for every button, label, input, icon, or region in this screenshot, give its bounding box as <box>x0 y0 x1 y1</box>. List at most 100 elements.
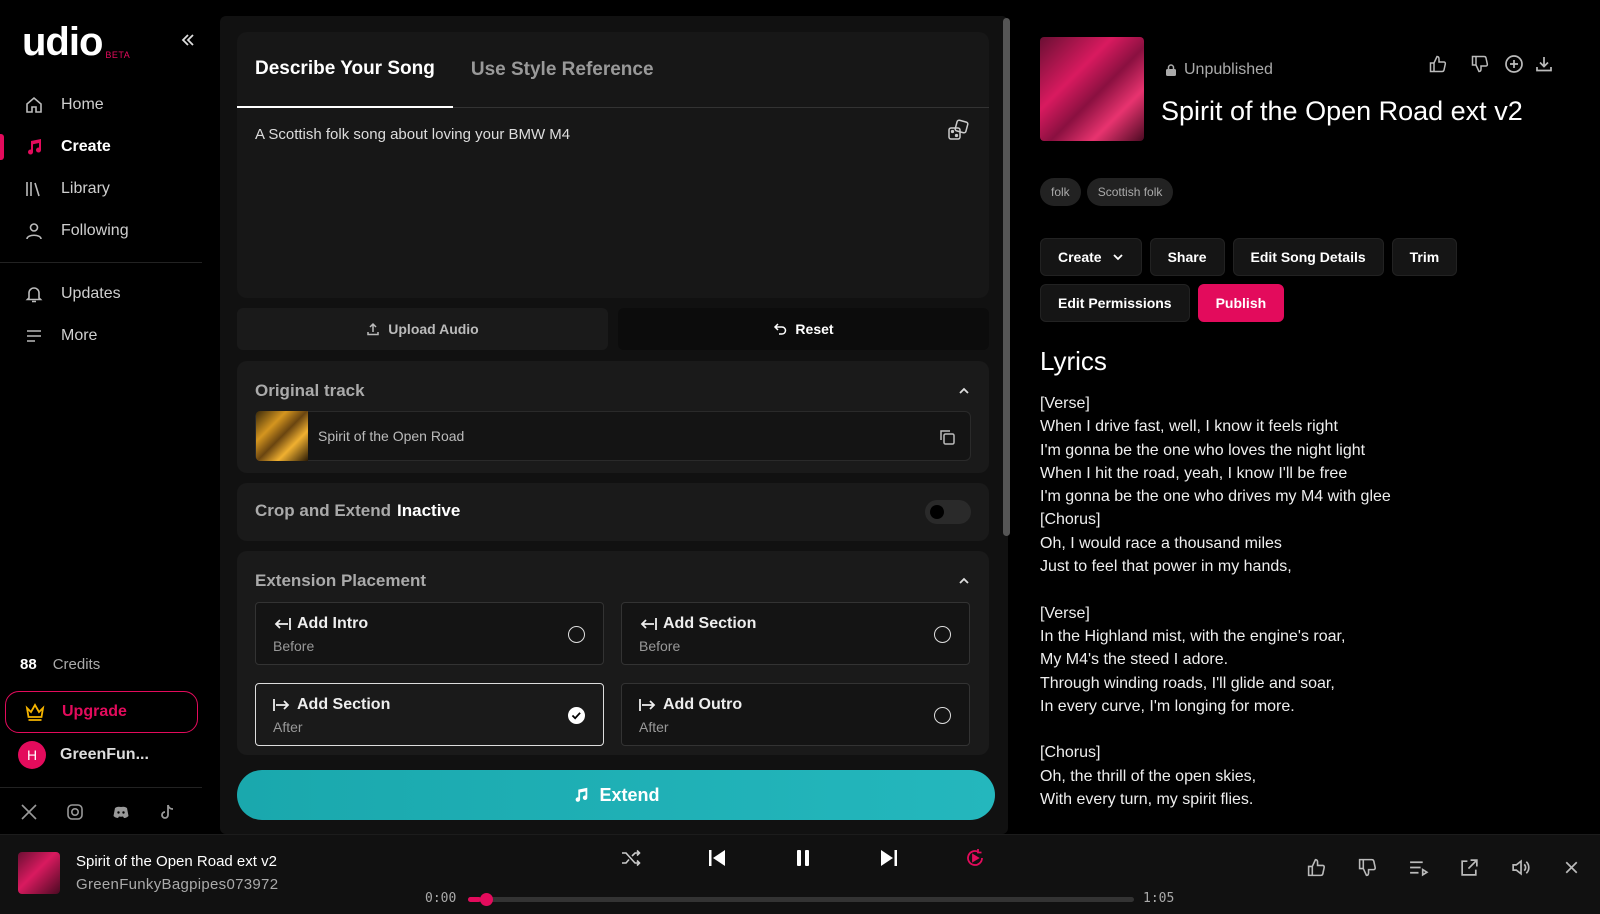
crop-extend-toggle[interactable] <box>925 500 971 524</box>
edit-permissions-button[interactable]: Edit Permissions <box>1040 284 1190 322</box>
tag-scottish-folk[interactable]: Scottish folk <box>1086 178 1174 206</box>
option-add-outro[interactable]: Add Outro After <box>621 683 970 746</box>
option-sub: Before <box>639 638 681 654</box>
progress-knob[interactable] <box>480 893 494 906</box>
option-title-text: Add Section <box>663 615 757 632</box>
skip-next-icon[interactable] <box>878 847 900 869</box>
credits-count: 88 <box>20 656 37 673</box>
prompt-card: Describe Your Song Use Style Reference A… <box>237 32 989 298</box>
close-icon[interactable] <box>1561 857 1582 878</box>
panel-scrollbar[interactable] <box>1003 18 1010 536</box>
thumbs-up-icon[interactable] <box>1428 54 1448 74</box>
sidebar: udio BETA Home Create Library Following … <box>0 0 202 834</box>
shuffle-icon[interactable] <box>620 847 642 869</box>
volume-icon[interactable] <box>1510 857 1531 878</box>
collapse-sidebar-icon[interactable] <box>180 32 198 50</box>
radio-button-checked[interactable] <box>568 707 585 724</box>
upgrade-button[interactable]: Upgrade <box>5 691 198 733</box>
avatar: H <box>18 741 46 769</box>
original-track-row[interactable]: Spirit of the Open Road <box>255 411 971 461</box>
crop-extend-card: Crop and Extend Inactive <box>237 483 989 541</box>
chevron-up-icon[interactable] <box>957 574 971 588</box>
discord-icon[interactable] <box>112 803 130 821</box>
crop-extend-label: Crop and Extend Inactive <box>255 501 460 521</box>
player-song-title[interactable]: Spirit of the Open Road ext v2 <box>76 853 277 870</box>
publish-button[interactable]: Publish <box>1197 284 1285 322</box>
sidebar-item-library[interactable]: Library <box>0 168 202 210</box>
download-icon[interactable] <box>1534 54 1554 74</box>
extension-placement-title: Extension Placement <box>255 571 427 590</box>
thumbs-down-icon[interactable] <box>1357 857 1378 878</box>
extend-button[interactable]: Extend <box>237 770 995 820</box>
tiktok-icon[interactable] <box>158 803 176 821</box>
user-profile[interactable]: H GreenFun... <box>18 741 149 769</box>
song-actions: Create Share Edit Song Details Trim Edit… <box>1040 238 1540 322</box>
add-circle-icon[interactable] <box>1504 54 1524 74</box>
option-title: Add Section <box>272 696 390 714</box>
copy-icon[interactable] <box>938 428 956 446</box>
crop-extend-text: Crop and Extend <box>255 501 392 520</box>
lyrics-heading: Lyrics <box>1040 346 1107 376</box>
player-artist[interactable]: GreenFunkyBagpipes073972 <box>76 876 278 893</box>
sidebar-item-home[interactable]: Home <box>0 84 202 126</box>
original-track-name: Spirit of the Open Road <box>318 428 465 444</box>
playback-controls <box>620 847 986 869</box>
nav-divider <box>0 262 202 263</box>
extension-placement-card: Extension Placement Add Intro Before Add… <box>237 551 989 755</box>
tab-style-reference[interactable]: Use Style Reference <box>453 32 672 108</box>
tab-describe-song[interactable]: Describe Your Song <box>237 32 453 108</box>
chevron-down-icon <box>1112 251 1124 263</box>
sidebar-item-label: Home <box>61 96 104 113</box>
skip-previous-icon[interactable] <box>706 847 728 869</box>
autoplay-icon[interactable] <box>964 847 986 869</box>
queue-icon[interactable] <box>1408 857 1429 878</box>
share-button[interactable]: Share <box>1149 238 1225 276</box>
radio-button[interactable] <box>934 707 951 724</box>
sidebar-item-label: Library <box>61 180 110 197</box>
music-note-icon <box>572 786 590 804</box>
user-name: GreenFun... <box>60 746 149 763</box>
edit-song-details-button[interactable]: Edit Song Details <box>1232 238 1384 276</box>
lock-icon <box>1164 63 1178 77</box>
reset-button[interactable]: Reset <box>618 308 989 350</box>
upgrade-label: Upgrade <box>62 703 127 720</box>
prompt-tabs: Describe Your Song Use Style Reference <box>237 32 989 108</box>
player-cover-art[interactable] <box>18 852 60 894</box>
arrow-left-bar-icon <box>272 616 292 632</box>
radio-button[interactable] <box>934 626 951 643</box>
trim-button[interactable]: Trim <box>1391 238 1458 276</box>
sidebar-item-create[interactable]: Create <box>0 126 202 168</box>
option-add-section-after[interactable]: Add Section After <box>255 683 604 746</box>
thumbs-up-icon[interactable] <box>1306 857 1327 878</box>
original-track-title: Original track <box>255 381 365 400</box>
sidebar-item-more[interactable]: More <box>0 315 202 357</box>
social-divider <box>0 787 202 788</box>
random-prompt-icon[interactable] <box>947 119 969 141</box>
option-title: Add Outro <box>638 696 742 714</box>
song-tags: folk Scottish folk <box>1040 178 1174 206</box>
x-twitter-icon[interactable] <box>20 803 38 821</box>
chevron-up-icon[interactable] <box>957 384 971 398</box>
option-add-intro[interactable]: Add Intro Before <box>255 602 604 665</box>
tag-folk[interactable]: folk <box>1040 178 1081 206</box>
player-secondary-controls <box>1306 857 1582 878</box>
radio-button[interactable] <box>568 626 585 643</box>
udio-logo[interactable]: udio BETA <box>22 22 130 62</box>
sidebar-item-following[interactable]: Following <box>0 210 202 252</box>
instagram-icon[interactable] <box>66 803 84 821</box>
option-sub: After <box>639 719 669 735</box>
create-dropdown-button[interactable]: Create <box>1040 238 1142 276</box>
progress-bar[interactable] <box>468 893 1134 906</box>
create-panel: Describe Your Song Use Style Reference A… <box>220 16 1008 834</box>
upload-audio-label: Upload Audio <box>388 321 479 337</box>
logo-text: udio <box>22 20 103 64</box>
pause-icon[interactable] <box>792 847 814 869</box>
song-top-actions <box>1428 54 1554 74</box>
sidebar-item-label: More <box>61 327 98 344</box>
open-external-icon[interactable] <box>1459 857 1480 878</box>
prompt-input[interactable]: A Scottish folk song about loving your B… <box>255 126 570 143</box>
option-add-section-before[interactable]: Add Section Before <box>621 602 970 665</box>
upload-audio-button[interactable]: Upload Audio <box>237 308 608 350</box>
sidebar-item-updates[interactable]: Updates <box>0 273 202 315</box>
thumbs-down-icon[interactable] <box>1470 54 1490 74</box>
